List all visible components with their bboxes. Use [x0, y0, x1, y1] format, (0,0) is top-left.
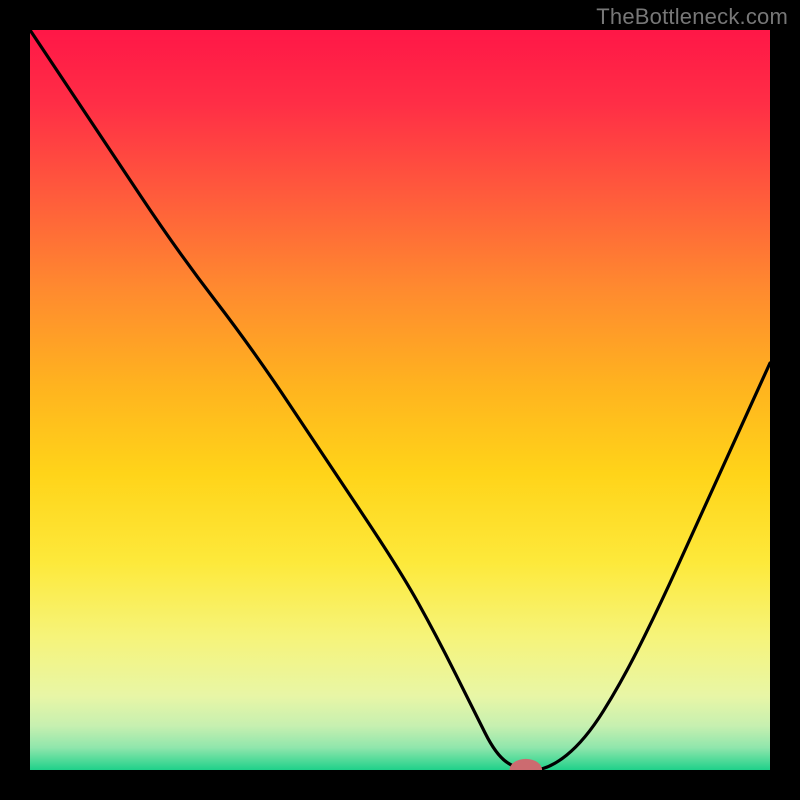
watermark-text: TheBottleneck.com [596, 4, 788, 30]
chart-frame: TheBottleneck.com [0, 0, 800, 800]
gradient-background [30, 30, 770, 770]
plot-area [30, 30, 770, 770]
chart-svg [30, 30, 770, 770]
